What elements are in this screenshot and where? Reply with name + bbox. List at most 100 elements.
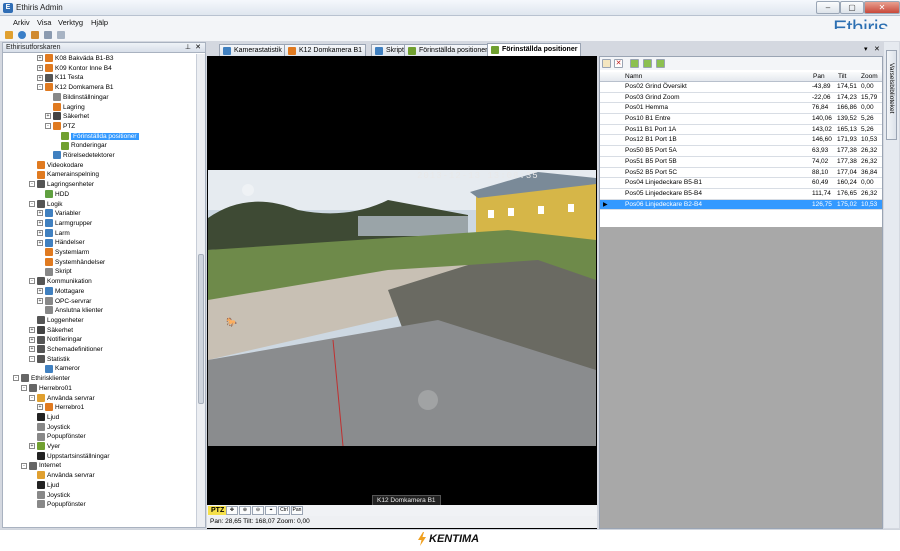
menu-visa[interactable]: Visa — [37, 18, 51, 27]
tree-item[interactable]: - Statistik — [29, 354, 70, 365]
collapse-icon[interactable]: - — [37, 84, 43, 91]
preset-row[interactable]: Pos50 B5 Port 5A 63,93 177,38 26,32 — [600, 146, 882, 157]
new-preset-icon[interactable] — [602, 59, 611, 68]
expand-icon[interactable]: + — [37, 229, 43, 236]
preset-row[interactable]: Pos05 Linjedeckare B5-B4 111,74 176,65 26,3… — [600, 189, 882, 200]
tree-item[interactable]: + Mottagare — [37, 287, 84, 297]
preset-row[interactable]: Pos02 Grind Översikt -43,89 174,51 0,00 — [600, 82, 882, 93]
expand-icon[interactable]: + — [29, 326, 35, 333]
tab-2[interactable]: K12 Domkamera B1 — [284, 44, 367, 56]
new-icon[interactable] — [5, 31, 13, 39]
expand-icon[interactable]: + — [29, 443, 35, 450]
move-down-icon[interactable] — [643, 59, 652, 68]
delete-preset-icon[interactable]: ✕ — [614, 59, 623, 68]
ptz-button[interactable]: ✥ — [226, 506, 238, 515]
tree-item[interactable]: - Logik — [29, 199, 63, 210]
tree-item[interactable]: + Herrebro1 — [37, 403, 84, 413]
tree-item[interactable]: Ljud — [29, 481, 59, 491]
tree-item[interactable]: - Internet — [21, 461, 61, 471]
expand-icon[interactable]: + — [29, 346, 35, 353]
tree-item[interactable]: Systemlarm — [37, 248, 89, 258]
tree-item[interactable]: Ronderingar — [53, 141, 107, 151]
tree-item[interactable]: + Händelser — [37, 238, 85, 248]
tree-item[interactable]: - Använda servrar — [29, 393, 95, 404]
expand-icon[interactable]: + — [45, 113, 51, 120]
collapse-icon[interactable]: - — [45, 123, 51, 130]
preset-row[interactable]: Pos52 B5 Port 5C 88,10 177,04 36,84 — [600, 168, 882, 179]
tree-item[interactable]: + Säkerhet — [29, 325, 73, 336]
save-all-icon[interactable] — [57, 31, 65, 39]
expand-icon[interactable]: + — [37, 288, 43, 295]
expand-icon[interactable]: + — [37, 220, 43, 227]
preset-row[interactable]: Pos04 Linjedeckare B5-B1 60,49 160,24 0,00 — [600, 178, 882, 189]
col-zoom[interactable]: Zoom — [861, 73, 878, 80]
tree-item[interactable]: + OPC-servrar — [37, 296, 91, 307]
tree-item[interactable]: Ljud — [29, 413, 59, 423]
expand-icon[interactable]: + — [37, 210, 43, 217]
preset-row[interactable]: Pos51 B5 Port 5B 74,02 177,38 26,32 — [600, 157, 882, 168]
tab-5[interactable]: Förinställda positioner — [487, 43, 582, 56]
tree-item[interactable]: + K08 Bakväda B1-B3 — [37, 54, 114, 64]
tree-item[interactable]: + Vyer — [29, 442, 60, 452]
tab-4[interactable]: Förinställda positioner — [404, 44, 492, 56]
ptz-button[interactable]: ⌖ — [265, 506, 277, 515]
tree-item[interactable]: - Ethirisklienter — [13, 374, 70, 384]
tree-item[interactable]: Anslutna klienter — [37, 306, 103, 316]
tree-item[interactable]: Lagring — [45, 102, 85, 113]
connect-icon[interactable] — [18, 31, 26, 39]
minimize-button[interactable]: – — [816, 1, 840, 14]
preset-row[interactable]: Pos12 B1 Port 1B 146,60 171,93 10,53 — [600, 135, 882, 147]
tree-item[interactable]: Popupfönster — [29, 500, 86, 510]
maximize-button[interactable]: ▢ — [840, 1, 864, 14]
expand-icon[interactable]: + — [37, 297, 43, 304]
tree-item[interactable]: Kameror — [37, 364, 80, 374]
pin-icon[interactable]: ⊥ — [185, 43, 191, 51]
tree-item[interactable]: + Schemadefinitioner — [29, 345, 103, 355]
ptz-button[interactable]: Pan — [291, 506, 303, 515]
tree-item[interactable]: - PTZ — [45, 122, 75, 132]
tree-item[interactable]: Förinställda positioner — [53, 131, 139, 142]
tree-item[interactable]: Kamerainspelning — [29, 170, 99, 180]
preset-row[interactable]: Pos01 Hemma 76,84 166,86 0,00 — [600, 103, 882, 115]
ptz-button[interactable]: ⊕ — [239, 506, 251, 515]
tree-item[interactable]: Bildinställningar — [45, 93, 109, 103]
tree-item[interactable]: Systemhändelser — [37, 257, 105, 268]
preset-row[interactable]: Pos11 B1 Port 1A 143,02 165,13 5,26 — [600, 125, 882, 136]
video-view[interactable]: 🐎 2013-12-13 13:08:35 — [207, 56, 597, 529]
library-side-tab[interactable]: Varselsbiblioteket — [886, 50, 897, 140]
collapse-icon[interactable]: - — [21, 462, 27, 469]
open-icon[interactable] — [31, 31, 39, 39]
tree-item[interactable]: + Larmgrupper — [37, 219, 92, 229]
col-tilt[interactable]: Tilt — [838, 73, 846, 80]
tree-item[interactable]: Videokodare — [29, 160, 83, 171]
expand-icon[interactable]: + — [37, 74, 43, 81]
collapse-icon[interactable]: - — [29, 200, 35, 207]
tree-item[interactable]: - Herrebro01 — [21, 384, 72, 394]
tab-list-icon[interactable]: ▾ — [864, 45, 868, 53]
tree-item[interactable]: + K11 Testa — [37, 73, 83, 83]
expand-icon[interactable]: + — [29, 336, 35, 343]
tree-item[interactable]: Skript — [37, 267, 72, 277]
collapse-icon[interactable]: - — [13, 375, 19, 382]
collapse-icon[interactable]: - — [29, 181, 35, 188]
tree-item[interactable]: + Variabler — [37, 209, 81, 219]
tab-close-icon[interactable]: ✕ — [874, 45, 880, 53]
collapse-icon[interactable]: - — [21, 385, 27, 392]
collapse-icon[interactable]: - — [29, 355, 35, 362]
close-button[interactable]: ✕ — [864, 1, 900, 14]
collapse-icon[interactable]: - — [29, 278, 35, 285]
tab-1[interactable]: Kamerastatistik — [219, 44, 286, 56]
preset-row[interactable]: Pos10 B1 Entre 140,06 139,52 5,26 — [600, 114, 882, 125]
tree-scroll-thumb[interactable] — [198, 254, 204, 404]
expand-icon[interactable]: + — [37, 64, 43, 71]
tree-item[interactable]: + Larm — [37, 228, 70, 239]
preset-row[interactable]: Pos03 Grind Zoom -22,06 174,23 15,79 — [600, 93, 882, 104]
tree-item[interactable]: + K09 Kontor Inne B4 — [37, 63, 112, 74]
tree-item[interactable]: + Notifieringar — [29, 335, 82, 345]
preset-row[interactable]: ▶ Pos06 Linjedeckare B2-B4 126,75 175,02 10,… — [600, 199, 882, 211]
tree-item[interactable]: Använda servrar — [29, 471, 95, 481]
close-icon[interactable]: ✕ — [195, 43, 201, 51]
tree-item[interactable]: Joystick — [29, 490, 70, 501]
tree-item[interactable]: - Lagringsenheter — [29, 180, 94, 190]
expand-icon[interactable]: + — [37, 404, 43, 411]
